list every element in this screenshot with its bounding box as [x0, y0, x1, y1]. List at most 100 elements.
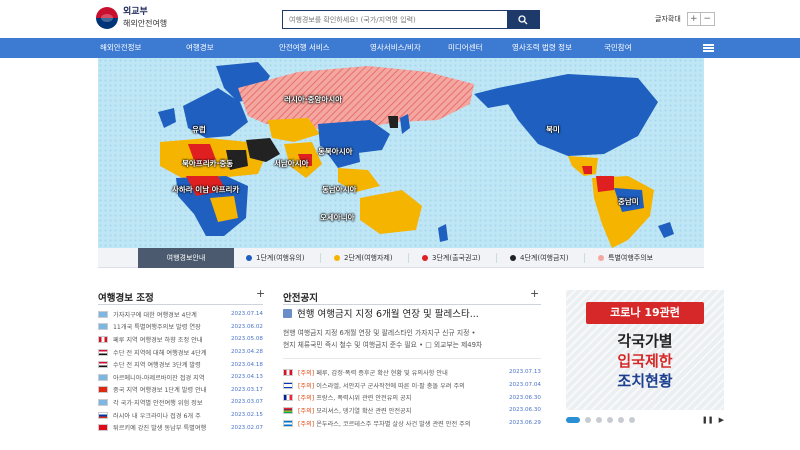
level-1-dot [246, 255, 252, 261]
nav-item-consular-visa[interactable]: 영사서비스/비자 [370, 38, 421, 58]
pager-dot-3[interactable] [596, 417, 602, 423]
un-flag-icon [98, 323, 108, 331]
nav-item-overseas-safety[interactable]: 해외안전정보 [100, 38, 141, 58]
legend-level-1[interactable]: 1단계(여행유의) [246, 248, 305, 268]
region-north-africa-middle-east[interactable]: 북아프리카·중동 [182, 158, 233, 169]
safety-featured: 현행 여행금지 지정 6개월 연장 및 팔레스타... 현행 여행금지 지정 6… [283, 306, 543, 351]
region-sub-saharan-africa[interactable]: 사하라 이남 아프리카 [172, 184, 239, 195]
legend-special-advisory[interactable]: 특별여행주의보 [598, 248, 653, 268]
notice-icon [283, 308, 292, 318]
list-item[interactable]: 가자지구에 대한 여행경보 4단계 2023.07.14 [98, 308, 263, 321]
travel-alerts-more-button[interactable]: + [256, 287, 265, 300]
legend-level-2[interactable]: 2단계(여행자제) [334, 248, 393, 268]
special-advisory-dot [598, 255, 604, 261]
font-size-label: 글자확대 [655, 15, 681, 23]
font-decrease-button[interactable]: − [700, 12, 715, 26]
un-flag-icon [98, 398, 108, 406]
font-increase-button[interactable]: + [686, 12, 701, 26]
search-button[interactable] [507, 11, 539, 28]
region-south-asia[interactable]: 서남아시아 [274, 158, 309, 169]
alert-level-legend: 여행경보안내 1단계(여행유의) 2단계(여행자제) 3단계(출국권고) 4단계… [98, 248, 704, 268]
list-item[interactable]: [주의] 모리셔스, 뎅기열 확산 관련 안전공지 2023.06.30 [283, 404, 541, 417]
main-nav: 해외안전정보 여행경보 안전여행 서비스 영사서비스/비자 미디어센터 영사조력… [0, 38, 800, 58]
russia-flag-icon [98, 411, 108, 419]
sudan-flag-icon [98, 361, 108, 369]
region-north-america[interactable]: 북미 [546, 124, 560, 135]
featured-notice-desc: 현행 여행금지 지정 6개월 연장 및 팔레스타인 가자지구 신규 지정 • 현… [283, 329, 483, 349]
site-header: 외교부 해외안전여행 글자확대 + − [0, 0, 800, 38]
region-europe[interactable]: 유럽 [192, 124, 206, 135]
banner-line-1: 각국가별 [617, 332, 673, 350]
travel-alerts-list: 가자지구에 대한 여행경보 4단계 2023.07.14 11개국 특별여행주의보… [98, 308, 263, 434]
banner-pager: ❚❚ ▶ [566, 414, 724, 426]
pager-dot-6[interactable] [629, 417, 635, 423]
safety-notice-title: 안전공지 [283, 293, 318, 304]
pager-dot-2[interactable] [585, 417, 591, 423]
logo-main-text: 외교부 [123, 7, 148, 17]
font-size-control: 글자확대 + − [655, 12, 715, 26]
list-item[interactable]: 11개국 특별여행주의보 발령 연장 2023.06.02 [98, 321, 263, 334]
un-flag-icon [98, 373, 108, 381]
pager-dot-1[interactable] [566, 417, 580, 423]
un-flag-icon [98, 310, 108, 318]
list-item[interactable]: 수단 전 지역 여행경보 3단계 발령 2023.04.18 [98, 358, 263, 371]
china-flag-icon [98, 386, 108, 394]
legend-level-4[interactable]: 4단계(여행금지) [510, 248, 569, 268]
france-flag-icon [283, 394, 293, 402]
pause-icon[interactable]: ❚❚ [702, 416, 714, 424]
region-southeast-asia[interactable]: 동남아시아 [322, 184, 357, 195]
list-item[interactable]: [주의] 이스라엘, 서안지구 군사작전에 따른 이·팔 충돌 우려 주의 2023… [283, 379, 541, 392]
list-item[interactable]: 아르메니아-아제르바이잔 접경 지역 2023.04.13 [98, 371, 263, 384]
site-logo[interactable]: 외교부 해외안전여행 [96, 7, 167, 29]
nav-item-consular-law[interactable]: 영사조력 법령 정보 [512, 38, 572, 58]
play-icon[interactable]: ▶ [719, 416, 724, 424]
nav-item-public-participation[interactable]: 국민참여 [604, 38, 632, 58]
search-bar [282, 10, 540, 29]
list-item[interactable]: [주의] 온두라스, 코르테스주 무차별 살상 사건 발생 관련 안전 주의 202… [283, 417, 541, 430]
list-item[interactable]: 각 국가·지역별 안전여행 위험 정보 2023.03.07 [98, 396, 263, 409]
travel-alert-map[interactable]: 러시아·중앙아시아 유럽 북미 동북아시아 북아프리카·중동 서남아시아 사하라… [98, 58, 704, 248]
safety-notice-more-button[interactable]: + [530, 287, 539, 300]
peru-flag-icon [98, 335, 108, 343]
level-3-dot [422, 255, 428, 261]
pager-dot-4[interactable] [607, 417, 613, 423]
region-latin-america[interactable]: 중남미 [618, 196, 639, 207]
legend-level-3[interactable]: 3단계(출국권고) [422, 248, 481, 268]
nav-item-travel-alerts[interactable]: 여행경보 [186, 38, 214, 58]
region-northeast-asia[interactable]: 동북아시아 [318, 146, 353, 157]
region-russia-central-asia[interactable]: 러시아·중앙아시아 [284, 94, 342, 105]
level-2-dot [334, 255, 340, 261]
peru-flag-icon [283, 368, 293, 376]
list-item[interactable]: 러시아 내 우크라이나 접경 6개 주 2023.02.15 [98, 409, 263, 422]
region-oceania[interactable]: 오세아니아 [320, 212, 355, 223]
israel-flag-icon [283, 381, 293, 389]
nav-item-media-center[interactable]: 미디어센터 [448, 38, 483, 58]
nav-item-safe-travel-service[interactable]: 안전여행 서비스 [279, 38, 330, 58]
mauritius-flag-icon [283, 406, 293, 414]
turkey-flag-icon [98, 424, 108, 432]
banner-line-2: 입국제한 [617, 352, 673, 370]
featured-notice-link[interactable]: 현행 여행금지 지정 6개월 연장 및 팔레스타... [283, 306, 543, 320]
list-item[interactable]: 튀르키예 강진 발생 동남부 특별여행 2023.02.07 [98, 421, 263, 434]
safety-notice-list: [주의] 페루, 감정·폭력 증후군 확산 현황 및 유의사항 안내 2023.07… [283, 366, 541, 429]
list-item[interactable]: 페루 지역 여행경보 하향 조정 안내 2023.05.08 [98, 333, 263, 346]
search-icon [518, 14, 528, 24]
list-item[interactable]: [주의] 프랑스, 폭력시위 관련 안전유의 공지 2023.06.30 [283, 391, 541, 404]
level-4-dot [510, 255, 516, 261]
list-item[interactable]: 수단 전 지역에 대해 여행경보 4단계 2023.04.28 [98, 346, 263, 359]
search-input[interactable] [283, 11, 507, 28]
travel-alerts-title: 여행경보 조정 [98, 293, 154, 304]
covid-entry-restriction-banner[interactable]: 코로나 19관련 각국가별 입국제한 조치현황 [566, 290, 724, 410]
featured-notice-headline: 현행 여행금지 지정 6개월 연장 및 팔레스타... [297, 309, 479, 320]
logo-sub-text: 해외안전여행 [123, 19, 168, 28]
list-item[interactable]: 중국 지역 여행경보 1단계 발령 안내 2023.03.17 [98, 384, 263, 397]
honduras-flag-icon [283, 419, 293, 427]
world-map-graphic [158, 62, 674, 248]
sudan-flag-icon [98, 348, 108, 356]
list-item[interactable]: [주의] 페루, 감정·폭력 증후군 확산 현황 및 유의사항 안내 2023.07… [283, 366, 541, 379]
taegeuk-icon [96, 7, 118, 29]
banner-pill: 코로나 19관련 [586, 302, 704, 324]
legend-title[interactable]: 여행경보안내 [138, 248, 234, 268]
pager-dot-5[interactable] [618, 417, 624, 423]
menu-icon[interactable] [703, 44, 714, 52]
